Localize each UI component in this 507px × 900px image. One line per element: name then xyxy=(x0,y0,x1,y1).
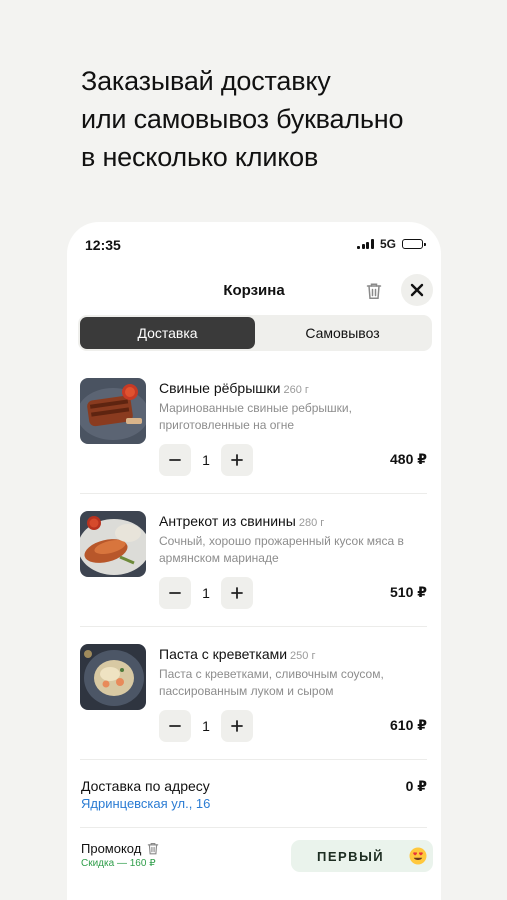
decrease-button[interactable] xyxy=(159,444,191,476)
item-price: 610 ₽ xyxy=(390,717,427,733)
entrecote-photo[interactable] xyxy=(80,511,146,577)
cart-item: Антрекот из свинины 280 г Сочный, хорошо … xyxy=(67,511,441,644)
increase-button[interactable] xyxy=(221,444,253,476)
item-name: Свиные рёбрышки 260 г xyxy=(159,380,309,396)
quantity-value: 1 xyxy=(202,585,210,601)
remove-promo-button[interactable] xyxy=(147,842,159,855)
pasta-photo[interactable] xyxy=(80,644,146,710)
item-weight: 280 г xyxy=(298,517,325,529)
tab-pickup[interactable]: Самовывоз xyxy=(255,317,430,349)
cart-item: Паста с креветками 250 г Паста с креветка… xyxy=(67,644,441,777)
plus-icon xyxy=(231,587,243,599)
item-name: Паста с креветками 250 г xyxy=(159,646,316,662)
delivery-mode-switch: Доставка Самовывоз xyxy=(78,315,432,351)
delivery-price: 0 ₽ xyxy=(405,778,427,794)
trash-icon xyxy=(366,283,382,300)
signal-icon xyxy=(357,239,374,249)
increase-button[interactable] xyxy=(221,577,253,609)
headline-line-2: или самовывоз буквально xyxy=(81,104,404,134)
item-price: 510 ₽ xyxy=(390,584,427,600)
quantity-stepper: 1 xyxy=(159,710,253,742)
close-button[interactable] xyxy=(401,274,433,306)
divider xyxy=(80,827,427,828)
item-description: Сочный, хорошо прожаренный кусок мяса в … xyxy=(159,534,404,565)
tab-delivery[interactable]: Доставка xyxy=(80,317,255,349)
quantity-value: 1 xyxy=(202,452,210,468)
decrease-button[interactable] xyxy=(159,577,191,609)
minus-icon xyxy=(169,592,181,594)
promo-label-row: Промокод xyxy=(81,841,159,856)
promo-label: Промокод xyxy=(81,841,142,856)
quantity-stepper: 1 xyxy=(159,444,253,476)
divider xyxy=(80,493,427,494)
decrease-button[interactable] xyxy=(159,710,191,742)
item-weight: 260 г xyxy=(283,384,309,396)
increase-button[interactable] xyxy=(221,710,253,742)
close-icon xyxy=(410,283,424,297)
quantity-value: 1 xyxy=(202,718,210,734)
ribs-photo[interactable] xyxy=(80,378,146,444)
item-description: Маринованные свиные ребрышки, приготовле… xyxy=(159,401,352,432)
heart-eyes-emoji-icon xyxy=(409,847,427,865)
promo-code-value: ПЕРВЫЙ xyxy=(317,848,385,864)
status-indicators: 5G xyxy=(357,237,426,251)
clear-cart-button[interactable] xyxy=(363,280,385,302)
network-label: 5G xyxy=(379,237,396,251)
headline: Заказывай доставку или самовывоз букваль… xyxy=(81,62,403,176)
item-weight: 250 г xyxy=(290,650,316,662)
divider xyxy=(80,759,427,760)
cart-item: Свиные рёбрышки 260 г Маринованные свиные… xyxy=(67,378,441,511)
minus-icon xyxy=(169,725,181,727)
headline-line-3: в несколько кликов xyxy=(81,142,319,172)
plus-icon xyxy=(231,720,243,732)
item-description: Паста с креветками, сливочным соусом, па… xyxy=(159,667,384,698)
battery-icon xyxy=(402,239,426,249)
headline-line-1: Заказывай доставку xyxy=(81,66,331,96)
phone-screen: 12:35 5G Корзина Доставка Самовывоз Свин… xyxy=(67,222,441,900)
promo-code-field[interactable]: ПЕРВЫЙ xyxy=(291,840,433,872)
delivery-label: Доставка по адресу xyxy=(81,778,210,794)
item-price: 480 ₽ xyxy=(390,451,427,467)
delivery-address-link[interactable]: Ядринцевская ул., 16 xyxy=(81,796,210,811)
plus-icon xyxy=(231,454,243,466)
item-name: Антрекот из свинины 280 г xyxy=(159,513,325,529)
quantity-stepper: 1 xyxy=(159,577,253,609)
promo-discount: Скидка — 160 ₽ xyxy=(81,858,156,869)
minus-icon xyxy=(169,459,181,461)
trash-icon xyxy=(148,843,159,855)
divider xyxy=(80,626,427,627)
status-time: 12:35 xyxy=(85,237,121,253)
status-bar: 12:35 5G xyxy=(67,222,441,270)
